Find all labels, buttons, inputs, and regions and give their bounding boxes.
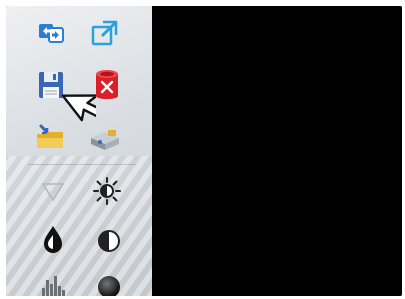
save-disk-icon[interactable]: [34, 68, 68, 102]
scanner-import-icon[interactable]: [88, 120, 122, 154]
half-contrast-icon[interactable]: [92, 224, 126, 258]
gradient-sphere-icon[interactable]: [92, 270, 126, 296]
layer-swap-icon[interactable]: [34, 16, 68, 50]
toolbar-divider: [28, 164, 136, 165]
expand-window-icon[interactable]: [88, 16, 122, 50]
image-viewport[interactable]: [152, 6, 402, 296]
open-folder-icon[interactable]: [34, 120, 68, 154]
application-window: [6, 6, 402, 296]
histogram-icon[interactable]: [36, 268, 70, 296]
side-toolbar: [6, 6, 152, 296]
brightness-sun-icon[interactable]: [90, 174, 124, 208]
delete-database-icon[interactable]: [90, 68, 124, 102]
triangle-filter-icon[interactable]: [36, 174, 70, 208]
contrast-drop-icon[interactable]: [36, 222, 70, 256]
